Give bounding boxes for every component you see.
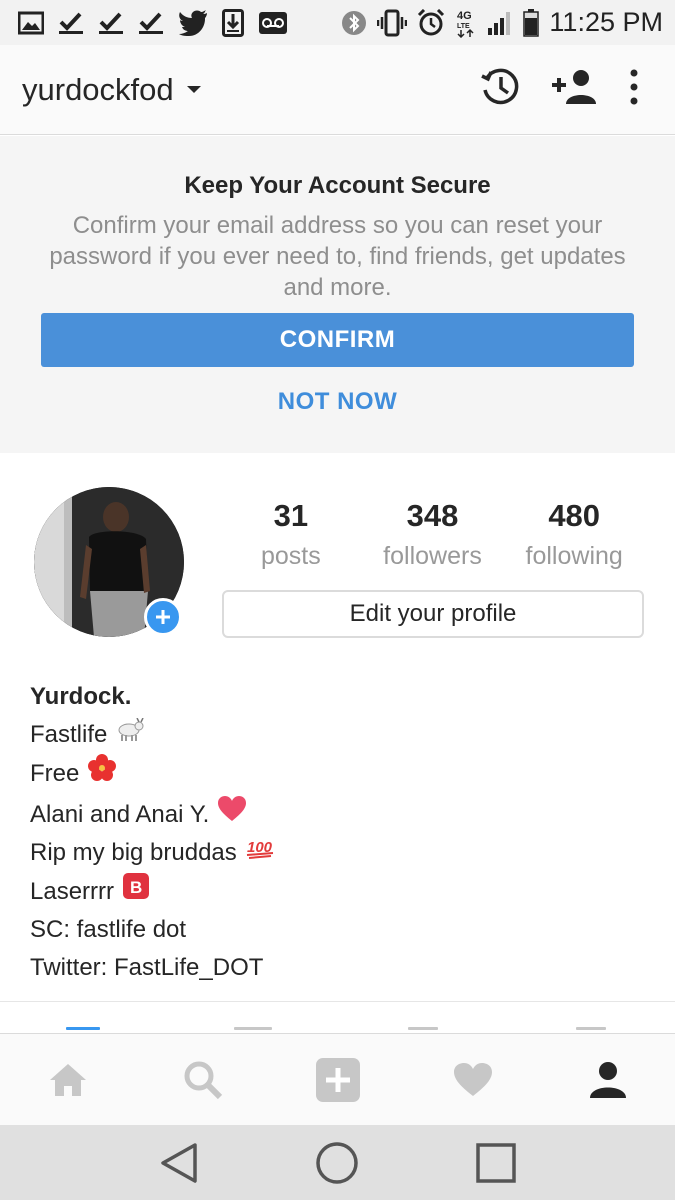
add-story-button[interactable] [144, 598, 182, 636]
b-button-icon: B [122, 872, 150, 912]
download-icon [222, 8, 244, 37]
svg-text:B: B [130, 878, 142, 897]
network-indicator: 4G LTE [455, 8, 477, 38]
grid-tab-icon[interactable] [66, 1027, 100, 1030]
checkmark-icon [58, 11, 84, 35]
hundred-points-icon: 100 [245, 834, 275, 872]
profile-bio: Yurdock. Fastlife Free Alani and Anai Y.… [30, 678, 630, 986]
chevron-down-icon[interactable] [186, 85, 202, 95]
stat-value: 480 [548, 498, 601, 533]
not-now-button[interactable]: NOT NOW [0, 388, 675, 416]
goat-icon [115, 716, 145, 754]
system-navigation-bar [0, 1125, 675, 1200]
add-post-icon[interactable] [298, 1040, 378, 1120]
banner-title: Keep Your Account Secure [184, 172, 491, 199]
history-icon[interactable] [479, 66, 521, 113]
bio-line: SC: fastlife dot [30, 911, 630, 949]
bio-line: Rip my big bruddas 100 [30, 834, 630, 872]
battery-icon [523, 8, 540, 37]
confirm-button[interactable]: CONFIRM [41, 313, 634, 367]
stat-followers[interactable]: 348 followers [362, 496, 504, 576]
divider [0, 1001, 675, 1002]
stat-value: 348 [406, 498, 459, 533]
bottom-nav [0, 1033, 675, 1125]
back-icon[interactable] [149, 1133, 209, 1193]
search-icon[interactable] [163, 1040, 243, 1120]
stat-label: followers [383, 542, 482, 570]
location-tab-icon[interactable] [408, 1027, 438, 1030]
image-icon [18, 11, 44, 35]
svg-text:LTE: LTE [457, 23, 470, 30]
vibrate-icon [377, 9, 408, 37]
checkmark-icon [138, 11, 164, 35]
bio-line: Free [30, 753, 630, 795]
stat-label: posts [260, 542, 321, 570]
activity-heart-icon[interactable] [433, 1040, 513, 1120]
alarm-icon [417, 8, 445, 37]
status-time: 11:25 PM [549, 7, 663, 37]
svg-text:4G: 4G [457, 10, 472, 22]
home-icon[interactable] [28, 1040, 108, 1120]
edit-profile-button[interactable]: Edit your profile [222, 590, 644, 638]
banner-body: Confirm your email address so you can re… [49, 212, 626, 301]
checkmark-icon [98, 11, 124, 35]
tagged-tab-icon[interactable] [576, 1027, 606, 1030]
signal-icon [487, 10, 513, 36]
profile-icon[interactable] [568, 1040, 648, 1120]
bio-text: Free [30, 760, 80, 787]
profile-stats: 31 posts 348 followers 480 following [220, 496, 645, 576]
bio-line: Twitter: FastLife_DOT [30, 949, 630, 987]
bio-text: Alani and Anai Y. [30, 800, 210, 828]
account-secure-banner: Keep Your Account Secure Confirm your em… [0, 136, 675, 453]
stat-following[interactable]: 480 following [503, 496, 645, 576]
voicemail-icon [258, 11, 288, 35]
bluetooth-icon [341, 10, 367, 36]
profile-header: yurdockfod [0, 45, 675, 135]
bio-line: Laserrrr B [30, 872, 630, 912]
more-vertical-icon[interactable] [629, 69, 639, 110]
username-switcher[interactable]: yurdockfod [22, 72, 174, 108]
stat-label: following [525, 542, 623, 570]
bio-text: Rip my big bruddas [30, 839, 237, 866]
add-person-icon[interactable] [551, 68, 599, 111]
bio-line: Fastlife [30, 716, 630, 754]
bio-line: Alani and Anai Y. [30, 795, 630, 835]
bio-text: Twitter: FastLife_DOT [30, 953, 264, 981]
bio-text: Laserrrr [30, 877, 115, 905]
display-name: Yurdock. [30, 683, 132, 710]
home-circle-icon[interactable] [307, 1133, 367, 1193]
bio-text: SC: fastlife dot [30, 916, 187, 943]
heart-icon [217, 795, 247, 835]
recents-icon[interactable] [466, 1133, 526, 1193]
hibiscus-icon [87, 753, 117, 795]
stat-posts[interactable]: 31 posts [220, 496, 362, 576]
twitter-icon [178, 9, 208, 36]
list-tab-icon[interactable] [234, 1027, 272, 1030]
stat-value: 31 [273, 498, 309, 533]
bio-text: Fastlife [30, 720, 108, 748]
status-bar: 4G LTE 11:25 PM [0, 0, 675, 45]
